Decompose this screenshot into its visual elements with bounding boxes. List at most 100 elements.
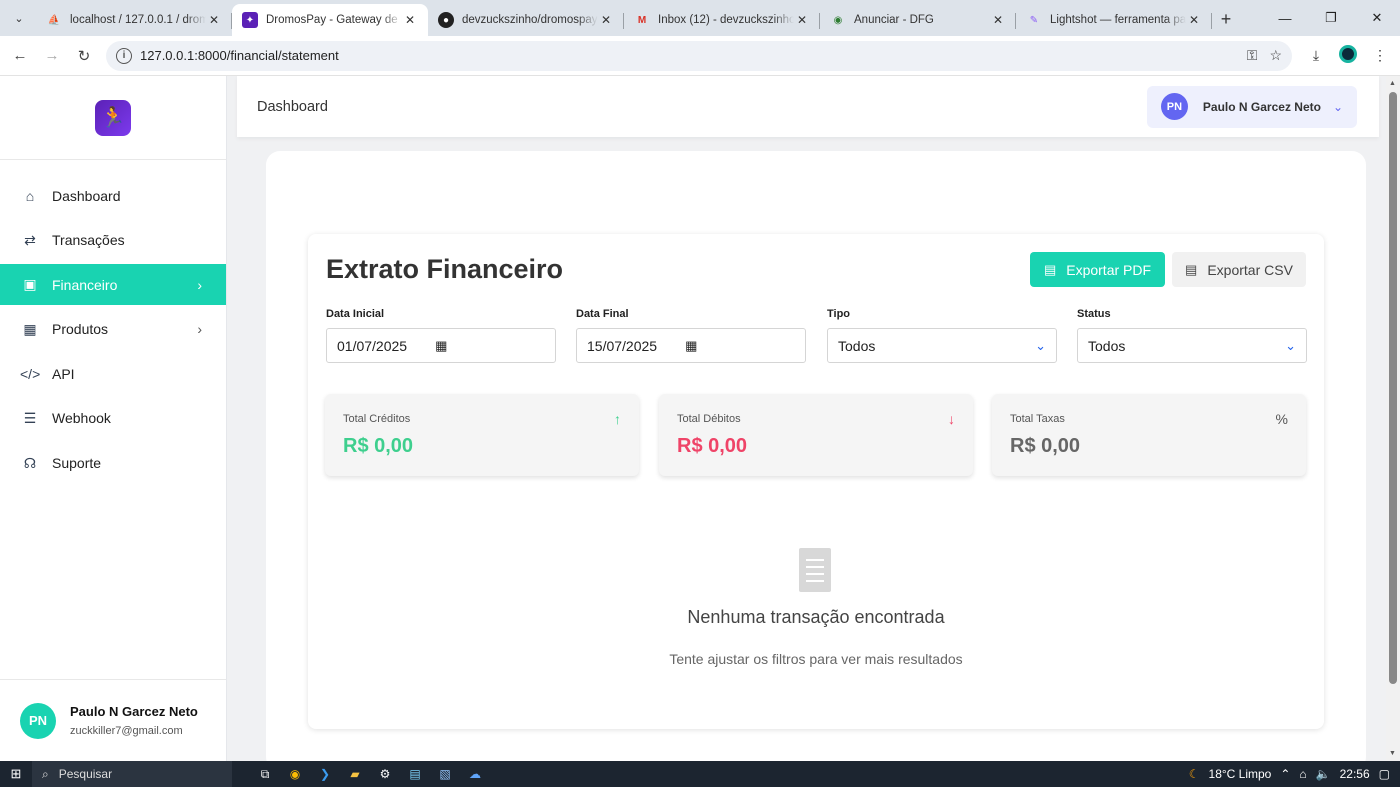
export-pdf-button[interactable]: ▤ Exportar PDF [1030,252,1165,287]
close-tab-icon[interactable]: ✕ [598,13,614,27]
sidebar-item-produtos[interactable]: ▦ Produtos › [0,309,226,350]
box-icon: ▦ [23,320,37,337]
calendar-icon[interactable]: ▦ [435,338,447,354]
browser-tab[interactable]: ● devzuckszinho/dromospay: gateway ✕ [428,4,624,36]
app-icon[interactable]: ▧ [430,761,460,787]
network-icon[interactable]: ⌂ [1299,767,1306,781]
sidebar-item-label: Suporte [52,455,102,472]
tab-title: DromosPay - Gateway de Pagamento [266,14,402,26]
forward-icon[interactable]: → [36,47,68,64]
site-info-icon[interactable]: i [116,47,132,64]
browser-tab-active[interactable]: ✦ DromosPay - Gateway de Pagamento ✕ [232,4,428,36]
end-date-input[interactable]: 15/07/2025 ▦ [576,328,806,363]
bookmark-star-icon[interactable]: ☆ [1269,47,1282,64]
end-date-value: 15/07/2025 [587,337,658,354]
browser-toolbar: ← → ↻ i 127.0.0.1:8000/financial/stateme… [0,36,1400,76]
type-select[interactable]: Todos ⌄ [827,328,1057,363]
sidebar-item-transacoes[interactable]: ⇄ Transações [0,220,226,261]
total-debits-card: Total Débitos R$ 0,00 ↓ [659,394,973,476]
url-text[interactable]: 127.0.0.1:8000/financial/statement [140,48,1235,63]
address-bar[interactable]: i 127.0.0.1:8000/financial/statement ⚿ ☆ [106,40,1292,71]
empty-state-title: Nenhuma transação encontrada [687,607,945,627]
status-select[interactable]: Todos ⌄ [1077,328,1307,363]
page-scrollbar[interactable]: ▲ ▼ [1386,76,1400,761]
notification-icon[interactable]: ▢ [1379,767,1390,781]
windows-taskbar: ⊞ ⌕ Pesquisar ⧉ ◉ ❯ ▰ ⚙ ▤ ▧ ☁ ☾ 18°C Lim… [0,761,1400,787]
taskbar-search-placeholder: Pesquisar [58,767,113,781]
sidebar-item-label: Transações [52,232,125,249]
scrollbar-thumb[interactable] [1389,92,1397,684]
calendar-icon[interactable]: ▦ [685,338,697,354]
arrow-down-icon: ↓ [948,411,955,427]
task-view-icon[interactable]: ⧉ [250,761,280,787]
onedrive-icon[interactable]: ☁ [460,761,490,787]
clock-text[interactable]: 22:56 [1340,767,1370,781]
close-tab-icon[interactable]: ✕ [990,13,1006,27]
taskbar-search[interactable]: ⌕ Pesquisar [32,761,232,787]
restore-icon[interactable]: ❐ [1308,10,1354,26]
headset-icon: ☊ [23,454,37,471]
close-window-icon[interactable]: ✕ [1354,10,1400,26]
close-tab-icon[interactable]: ✕ [206,13,222,27]
start-date-field: Data Inicial 01/07/2025 ▦ [326,308,556,363]
start-date-value: 01/07/2025 [337,337,408,354]
sidebar-item-label: Dashboard [52,187,121,204]
notepad-icon[interactable]: ▤ [400,761,430,787]
close-tab-icon[interactable]: ✕ [402,13,418,27]
page-title: Dashboard [257,98,328,115]
total-fees-label: Total Taxas [1010,413,1065,425]
gmail-icon: M [637,14,647,26]
windows-start-icon[interactable]: ⊞ [0,766,32,782]
key-icon[interactable]: ⚿ [1247,47,1258,64]
total-fees-card: Total Taxas R$ 0,00 % [992,394,1306,476]
close-tab-icon[interactable]: ✕ [794,13,810,27]
status-field: Status Todos ⌄ [1077,308,1307,363]
end-date-field: Data Final 15/07/2025 ▦ [576,308,806,363]
percent-icon: % [1275,411,1288,427]
reload-icon[interactable]: ↻ [68,47,100,65]
tab-search-button[interactable]: ⌄ [4,3,34,33]
file-explorer-icon[interactable]: ▰ [340,761,370,787]
profile-icon[interactable] [1332,45,1364,66]
volume-icon[interactable]: 🔈 [1316,767,1331,781]
scroll-down-icon[interactable]: ▼ [1389,750,1396,757]
browser-tab[interactable]: ◉ Anunciar - DFG ✕ [820,4,1016,36]
vscode-icon[interactable]: ❯ [310,761,340,787]
tab-title: Lightshot — ferramenta para print [1050,14,1186,26]
user-name: Paulo N Garcez Neto [70,704,198,719]
new-tab-button[interactable]: + [1212,9,1240,36]
csv-file-icon: ▤ [1185,261,1198,277]
back-icon[interactable]: ← [4,47,36,64]
export-csv-button[interactable]: ▤ Exportar CSV [1172,252,1306,287]
feather-icon: ✎ [1029,14,1039,26]
dromospay-logo-icon[interactable]: 🏃 [95,99,131,136]
sidebar-item-dashboard[interactable]: ⌂ Dashboard [0,175,226,216]
sidebar-item-financeiro[interactable]: ▣ Financeiro › [0,264,226,306]
sidebar-item-suporte[interactable]: ☊ Suporte [0,443,226,484]
tray-chevron-up-icon[interactable]: ⌃ [1280,767,1290,781]
pdf-file-icon: ▤ [1043,261,1057,277]
steam-icon[interactable]: ⚙ [370,761,400,787]
scroll-up-icon[interactable]: ▲ [1389,80,1396,87]
github-icon: ● [438,12,454,28]
minimize-icon[interactable]: — [1262,11,1308,26]
menu-kebab-icon[interactable]: ⋮ [1364,47,1396,64]
sidebar-item-api[interactable]: </> API [0,353,226,394]
tab-title: localhost / 127.0.0.1 / dromospay [70,14,206,26]
chrome-icon[interactable]: ◉ [280,761,310,787]
logo-area: 🏃 [0,76,226,160]
chevron-right-icon: › [197,321,202,338]
start-date-input[interactable]: 01/07/2025 ▦ [326,328,556,363]
browser-tab[interactable]: ✎ Lightshot — ferramenta para print ✕ [1016,4,1212,36]
user-menu-button[interactable]: PN Paulo N Garcez Neto ⌄ [1146,85,1357,128]
total-credits-value: R$ 0,00 [343,435,414,457]
browser-tab[interactable]: ⛵ localhost / 127.0.0.1 / dromospay ✕ [36,4,232,36]
browser-tab[interactable]: M Inbox (12) - devzuckszinho@gmail.com ✕ [624,4,820,36]
download-icon[interactable]: ⤓ [1300,47,1332,64]
sidebar-user[interactable]: PN Paulo N Garcez Neto zuckkiller7@gmail… [0,679,226,761]
sidebar-item-webhook[interactable]: ☰ Webhook [0,398,226,439]
close-tab-icon[interactable]: ✕ [1186,13,1202,27]
weather-text[interactable]: 18°C Limpo [1209,767,1272,781]
wallet-icon: ▣ [23,276,37,293]
tab-title: Inbox (12) - devzuckszinho@gmail.com [658,14,794,26]
